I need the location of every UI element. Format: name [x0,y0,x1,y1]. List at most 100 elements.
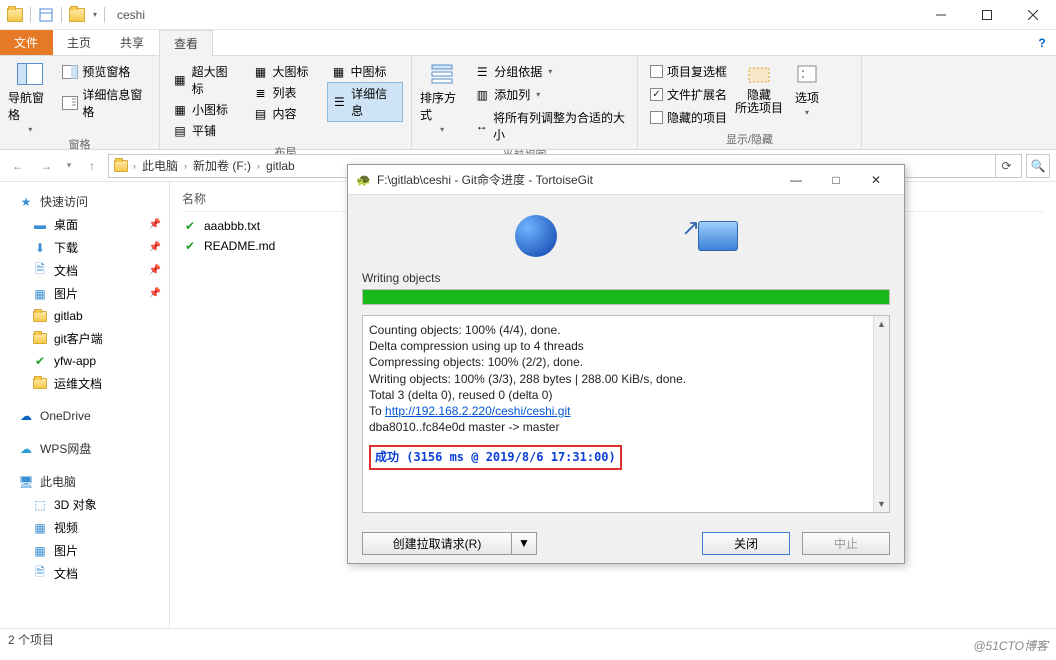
nav-pictures2[interactable]: ▦图片 [0,539,169,562]
preview-pane-icon [62,64,78,80]
scroll-up-icon[interactable]: ▲ [874,316,889,332]
nav-3d[interactable]: ⬚3D 对象 [0,493,169,516]
crumb-volume[interactable]: 新加卷 (F:) [191,157,253,174]
hide-selected-button[interactable]: 隐藏 所选项目 [737,59,781,129]
navigation-pane[interactable]: ★快速访问 ▬桌面📌 ⬇下载📌 🗎文档📌 ▦图片📌 gitlab git客户端 … [0,182,170,628]
group-icon: ☰ [474,64,490,80]
nav-ops[interactable]: 运维文档 [0,372,169,395]
chevron-right-icon[interactable]: › [184,161,187,171]
chk-hidden-items[interactable]: 隐藏的项目 [646,107,731,128]
qat-properties-icon[interactable] [35,4,57,26]
dialog-footer: 创建拉取请求(R) ▼ 关闭 中止 [348,523,904,563]
preview-pane-button[interactable]: 预览窗格 [58,61,151,82]
nav-yfw-app[interactable]: ✔yfw-app [0,350,169,372]
nav-onedrive[interactable]: ☁OneDrive [0,405,169,427]
remote-url-link[interactable]: http://192.168.2.220/ceshi/ceshi.git [385,404,570,418]
console-output[interactable]: Counting objects: 100% (4/4), done. Delt… [362,315,890,513]
dialog-maximize-button[interactable]: □ [816,166,856,194]
chk-item-checkboxes[interactable]: 项目复选框 [646,61,731,82]
view-large[interactable]: ▦大图标 [249,61,321,82]
back-button[interactable]: ← [6,154,30,178]
scrollbar-vertical[interactable]: ▲▼ [873,316,889,512]
up-button[interactable]: ↑ [80,154,104,178]
chk-file-ext[interactable]: 文件扩展名 [646,84,731,105]
qat-dropdown-icon[interactable]: ▾ [90,4,100,26]
dialog-close-button[interactable]: ✕ [856,166,896,194]
document-icon: 🗎 [32,566,48,582]
nav-pane-label: 导航窗格 [8,89,52,123]
view-medium[interactable]: ▦中图标 [327,61,403,82]
folder-icon [32,376,48,392]
chevron-right-icon[interactable]: › [133,161,136,171]
tab-file[interactable]: 文件 [0,30,53,55]
view-extra-large[interactable]: ▦超大图标 [168,61,243,99]
sort-button[interactable]: 排序方式 ▾ [420,59,464,145]
nav-gitlab[interactable]: gitlab [0,305,169,327]
document-icon: 🗎 [32,263,48,279]
details-pane-icon [62,95,78,111]
nav-videos[interactable]: ▦视频 [0,516,169,539]
maximize-button[interactable] [964,0,1010,30]
progress-stage: Writing objects [362,271,890,285]
dialog-titlebar[interactable]: 🐢 F:\gitlab\ceshi - Git命令进度 - TortoiseGi… [348,165,904,195]
chevron-right-icon[interactable]: › [257,161,260,171]
refresh-button[interactable]: ⟳ [995,155,1017,177]
tab-home[interactable]: 主页 [53,30,106,55]
hide-icon [744,61,774,87]
close-button[interactable] [1010,0,1056,30]
nav-desktop[interactable]: ▬桌面📌 [0,213,169,236]
nav-quick-access[interactable]: ★快速访问 [0,190,169,213]
view-list[interactable]: ≣列表 [249,82,321,103]
pin-icon: 📌 [149,242,161,253]
pc-icon: 🖥 [18,474,34,490]
folder-icon [4,4,26,26]
nav-pane-button[interactable]: 导航窗格 ▾ [8,59,52,134]
window-title: ceshi [117,8,145,22]
crumb-gitlab[interactable]: gitlab [264,159,297,173]
details-pane-button[interactable]: 详细信息窗格 [58,84,151,122]
content-icon: ▤ [253,106,269,122]
tab-view[interactable]: 查看 [159,30,213,56]
tab-share[interactable]: 共享 [106,30,159,55]
crumb-this-pc[interactable]: 此电脑 [140,157,180,174]
create-pull-request-button[interactable]: 创建拉取请求(R) [362,532,512,555]
push-folder-icon: ↗ [682,215,738,257]
recent-dropdown[interactable]: ▾ [62,154,76,178]
status-bar: 2 个项目 [0,628,1056,650]
add-columns-button[interactable]: ▥添加列▾ [470,84,629,105]
nav-gitclient[interactable]: git客户端 [0,327,169,350]
cloud-icon: ☁ [18,408,34,424]
fit-columns-button[interactable]: ↔将所有列调整为合适的大小 [470,107,629,145]
pull-request-dropdown[interactable]: ▼ [512,532,537,555]
tile-icon: ▤ [172,123,188,139]
view-content[interactable]: ▤内容 [249,103,321,124]
nav-documents2[interactable]: 🗎文档 [0,562,169,585]
sort-icon [427,61,457,87]
ribbon-help-icon[interactable]: ? [1028,30,1056,55]
checkbox-checked-icon [650,88,663,101]
nav-downloads[interactable]: ⬇下载📌 [0,236,169,259]
pin-icon: 📌 [149,219,161,230]
grid-icon: ▦ [172,102,188,118]
status-count: 2 个项目 [8,631,54,648]
dropdown-icon: ▾ [28,125,32,134]
nav-wps[interactable]: ☁WPS网盘 [0,437,169,460]
group-by-button[interactable]: ☰分组依据▾ [470,61,629,82]
nav-this-pc[interactable]: 🖥此电脑 [0,470,169,493]
close-button[interactable]: 关闭 [702,532,790,555]
desktop-icon: ▬ [32,217,48,233]
dialog-minimize-button[interactable]: — [776,166,816,194]
dropdown-icon: ▾ [805,108,809,117]
view-small[interactable]: ▦小图标 [168,99,243,120]
qat-separator [30,7,31,23]
nav-documents[interactable]: 🗎文档📌 [0,259,169,282]
options-button[interactable]: 选项 ▾ [787,59,827,129]
view-details[interactable]: ☰详细信息 [327,82,403,122]
nav-pictures[interactable]: ▦图片📌 [0,282,169,305]
forward-button[interactable]: → [34,154,58,178]
view-tile[interactable]: ▤平铺 [168,120,243,141]
minimize-button[interactable] [918,0,964,30]
folder-icon [66,4,88,26]
scroll-down-icon[interactable]: ▼ [874,496,889,512]
search-button[interactable]: 🔍 [1026,154,1050,178]
